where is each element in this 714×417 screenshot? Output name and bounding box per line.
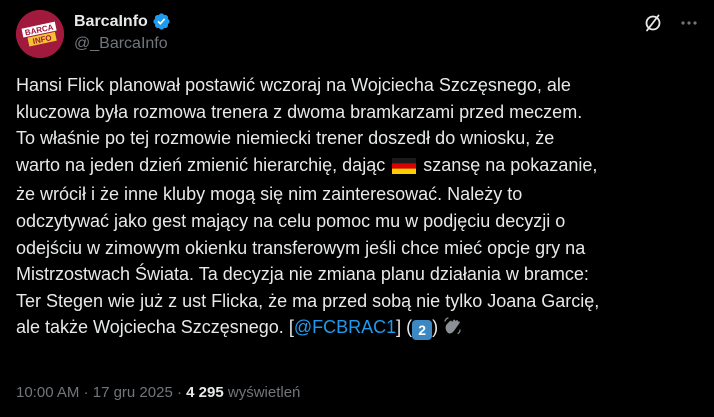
meta-separator: ·	[176, 384, 182, 401]
tweet-line: że wrócił i że inne kluby mogą się nim z…	[16, 184, 523, 205]
more-icon[interactable]	[678, 12, 700, 34]
tweet-time[interactable]: 10:00 AM	[16, 384, 79, 401]
tweet-line-part: szansę na pokazanie,	[423, 154, 598, 175]
tweet-line-part: ] (	[396, 317, 413, 338]
tweet-line-part: )	[432, 317, 439, 338]
tweet: BARCA INFO BarcaInfo @_BarcaInfo Hansi F…	[0, 0, 714, 417]
tweet-last-line: ale także Wojciecha Szczęsnego. [@FCBRAC…	[16, 314, 706, 345]
tweet-line-with-flag: warto na jeden dzień zmienić hierarchię,…	[16, 152, 706, 182]
tweet-line: Ter Stegen wie już z ust Flicka, że ma p…	[16, 290, 600, 311]
author-block: BarcaInfo @_BarcaInfo	[74, 12, 171, 53]
keycap-two-icon: 2	[412, 320, 433, 341]
views-count: 4 295	[186, 384, 224, 401]
germany-flag-icon	[392, 155, 417, 182]
mention-link[interactable]: @FCBRAC1	[294, 317, 396, 337]
tweet-line: kluczowa była rozmowa trenera z dwoma br…	[16, 101, 583, 122]
tweet-date[interactable]: 17 gru 2025	[93, 384, 173, 401]
waving-hand-icon	[442, 315, 464, 345]
author-handle[interactable]: @_BarcaInfo	[74, 35, 171, 53]
tweet-line-part: ale także Wojciecha Szczęsnego. [	[16, 317, 294, 338]
header-actions	[642, 12, 700, 34]
avatar[interactable]: BARCA INFO	[16, 10, 64, 58]
tweet-line: odczytywać jako gest mający na celu pomo…	[16, 210, 566, 231]
views-label: wyświetleń	[227, 384, 301, 401]
tweet-meta: 10:00 AM · 17 gru 2025 · 4 295 wyświetle…	[16, 384, 300, 401]
tweet-line: Mistrzostwach Świata. Ta decyzja nie zmi…	[16, 264, 589, 285]
avatar-logo: BARCA INFO	[16, 10, 64, 58]
display-name[interactable]: BarcaInfo	[74, 13, 148, 31]
tweet-line: To właśnie po tej rozmowie niemiecki tre…	[16, 128, 555, 149]
verified-badge-icon	[152, 12, 171, 31]
tweet-text: Hansi Flick planował postawić wczoraj na…	[16, 72, 706, 345]
tweet-line-part: warto na jeden dzień zmienić hierarchię,…	[16, 154, 386, 175]
tweet-line: Hansi Flick planował postawić wczoraj na…	[16, 75, 571, 95]
tweet-line: odejściu w zimowym okienku transferowym …	[16, 237, 586, 258]
grok-icon[interactable]	[642, 12, 664, 34]
meta-separator: ·	[83, 384, 89, 401]
